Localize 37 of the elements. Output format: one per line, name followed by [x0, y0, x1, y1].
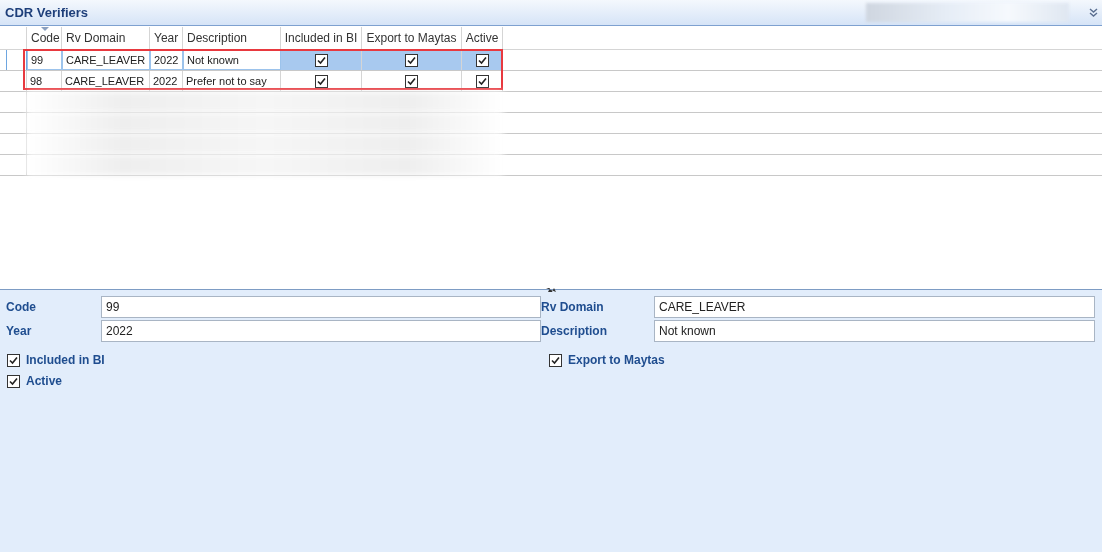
table-cell: 2022 — [150, 50, 183, 70]
input-field[interactable]: CARE_LEAVER — [654, 296, 1095, 318]
field-label: Code — [6, 300, 37, 314]
column-header[interactable]: Active — [462, 27, 503, 49]
input-field[interactable]: Not known — [654, 320, 1095, 342]
checkbox-label: Active — [26, 374, 63, 388]
table-cell: 99 — [27, 50, 62, 70]
table-cell: 98 — [27, 71, 62, 91]
checkbox[interactable] — [314, 74, 328, 88]
column-header[interactable]: Export to Maytas — [362, 27, 462, 49]
field-label: Year — [6, 324, 33, 338]
field-label: Description — [541, 324, 608, 338]
column-header[interactable]: Code — [27, 27, 62, 49]
table-cell: 2022 — [150, 71, 183, 91]
field-label: Rv Domain — [541, 300, 605, 314]
table-cell: Prefer not to say — [183, 71, 281, 91]
checkbox[interactable] — [405, 53, 418, 67]
checkbox-label: Included in BI — [26, 353, 105, 367]
column-header[interactable]: Included in BI — [281, 27, 362, 49]
checkbox[interactable] — [475, 74, 489, 88]
input-field[interactable]: 2022 — [101, 320, 541, 342]
table-cell: CARE_LEAVER — [62, 71, 150, 91]
column-header[interactable]: Description — [183, 27, 281, 49]
checkbox[interactable] — [405, 74, 418, 88]
column-header[interactable]: Year — [150, 27, 183, 49]
input-field[interactable]: 99 — [101, 296, 541, 318]
checkbox[interactable] — [7, 374, 20, 388]
column-header[interactable]: Rv Domain — [62, 27, 150, 49]
table-cell: CARE_LEAVER — [62, 50, 150, 70]
checkbox[interactable] — [549, 353, 562, 367]
checkbox[interactable] — [7, 353, 20, 367]
checkbox[interactable] — [475, 53, 489, 67]
checkbox-label: Export to Maytas — [568, 353, 665, 367]
window-title: CDR Verifiers — [4, 5, 89, 20]
collapse-icon[interactable] — [1089, 7, 1098, 18]
row-header[interactable] — [6, 50, 27, 70]
checkbox[interactable] — [314, 53, 328, 67]
